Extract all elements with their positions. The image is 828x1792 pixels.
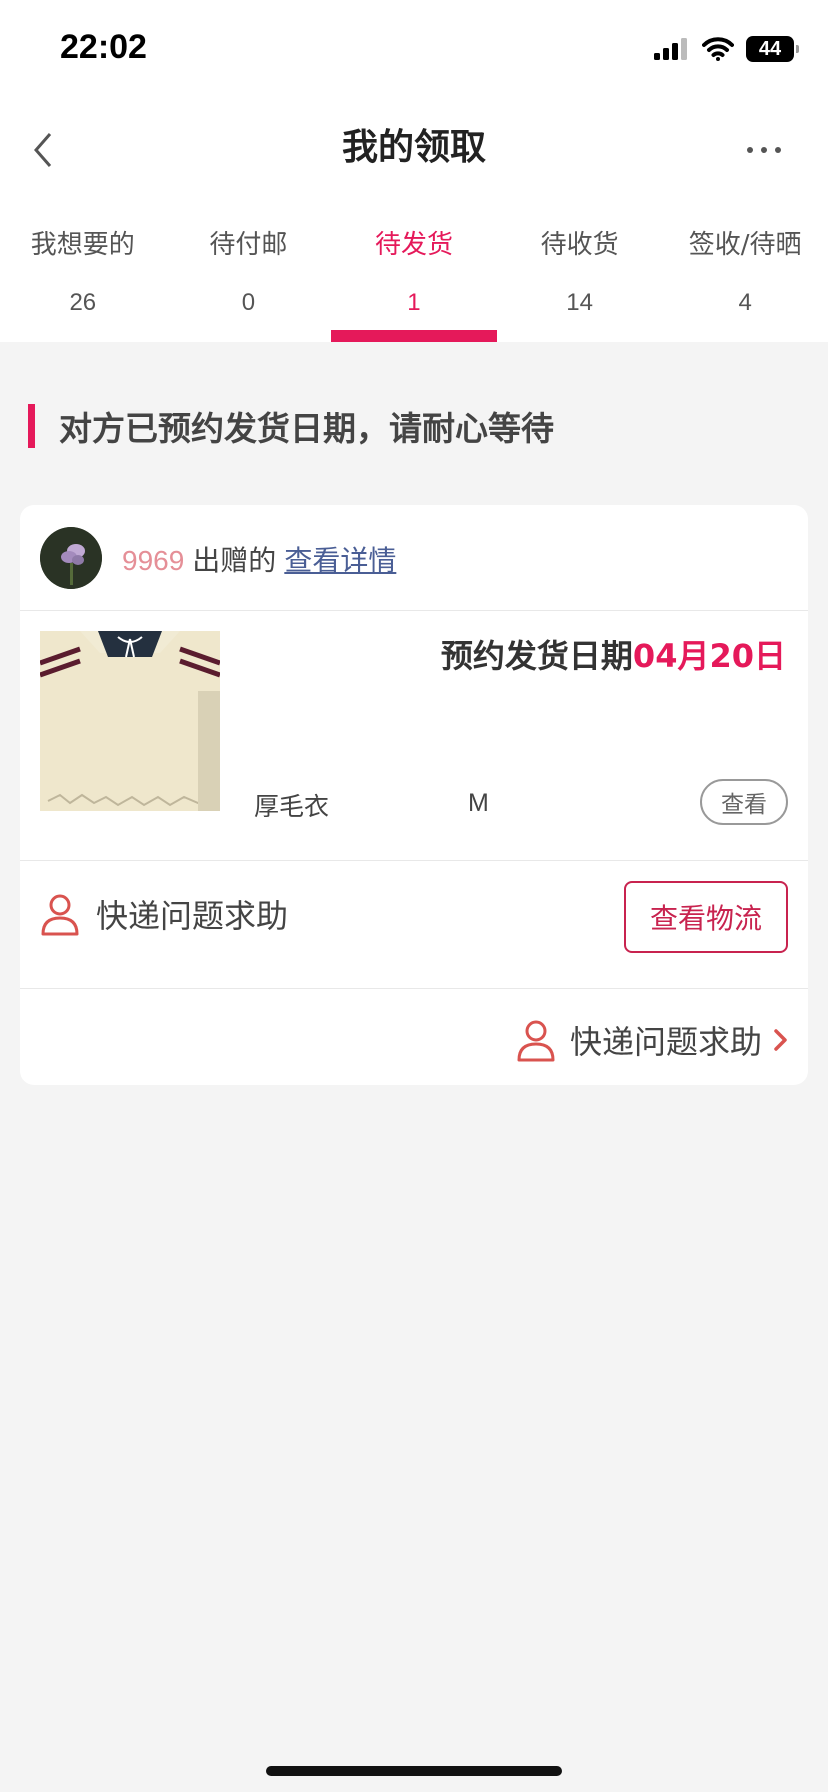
view-details-link[interactable]: 查看详情 (284, 544, 396, 577)
shipping-help-text: 快递问题求助 (96, 897, 289, 935)
shipping-help-footer-link[interactable]: 快递问题求助 (516, 1017, 790, 1063)
tab-count: 0 (241, 289, 256, 316)
screen: 22:02 44 我的领取 我想要的 26 待付邮 0 待发货 1 待收货 14… (0, 0, 828, 1792)
tab-pending-postage[interactable]: 待付邮 0 (166, 200, 332, 342)
status-icons: 44 (654, 34, 799, 64)
more-button[interactable] (736, 122, 792, 178)
tab-count: 1 (407, 289, 421, 316)
cellular-signal-icon (654, 38, 687, 60)
tab-label: 我想要的 (30, 230, 135, 260)
help-row: 快递问题求助 查看物流 (20, 861, 808, 989)
chevron-left-icon (34, 133, 52, 167)
tab-wanted[interactable]: 我想要的 26 (0, 200, 166, 342)
ship-date-value: 04月20日 (632, 637, 786, 675)
tab-label: 待收货 (540, 230, 619, 260)
page-title: 我的领取 (341, 127, 486, 168)
view-logistics-button[interactable]: 查看物流 (624, 881, 788, 953)
flower-avatar-image (40, 527, 102, 589)
person-icon (517, 1020, 555, 1062)
donor-name[interactable]: 9969 (122, 545, 184, 576)
battery-level: 44 (758, 37, 782, 60)
active-tab-indicator (331, 330, 497, 342)
tab-pending-shipment[interactable]: 待发货 1 (331, 200, 497, 342)
home-indicator[interactable] (266, 1766, 562, 1776)
order-card-header: 9969 出赠的 查看详情 (20, 505, 808, 611)
donor-line: 9969 出赠的 查看详情 (122, 539, 396, 579)
ship-date-label: 预约发货日期 (440, 637, 633, 675)
help-footer: 快递问题求助 (20, 989, 808, 1084)
tab-pending-receipt[interactable]: 待收货 14 (497, 200, 663, 342)
shipping-help-link[interactable]: 快递问题求助 (40, 891, 288, 937)
product-image[interactable] (40, 631, 220, 811)
chevron-right-icon (774, 1029, 787, 1051)
shipping-help-footer-text: 快递问题求助 (569, 1023, 762, 1061)
status-bar: 22:02 44 (0, 0, 828, 100)
wifi-icon (702, 37, 734, 61)
battery-icon: 44 (746, 36, 799, 62)
avatar[interactable] (40, 527, 102, 589)
view-product-button[interactable]: 查看 (700, 779, 788, 825)
scheduled-ship-date: 预约发货日期04月20日 (441, 631, 786, 677)
tab-label: 签收/待晒 (688, 230, 802, 260)
back-button[interactable] (26, 122, 82, 178)
notice-text: 对方已预约发货日期，请耐心等待 (59, 409, 554, 448)
notice-accent-bar (28, 404, 35, 448)
order-tabs: 我想要的 26 待付邮 0 待发货 1 待收货 14 签收/待晒 4 (0, 200, 828, 342)
donor-suffix: 出赠的 (192, 544, 277, 577)
person-icon (41, 894, 79, 936)
status-time: 22:02 (60, 28, 147, 66)
tab-signed-review[interactable]: 签收/待晒 4 (662, 200, 828, 342)
tab-count: 4 (738, 289, 752, 316)
status-notice: 对方已预约发货日期，请耐心等待 (28, 400, 554, 452)
order-card: 9969 出赠的 查看详情 预约发货日期04月20日 厚毛衣 M 查看 快递问题… (20, 505, 808, 1085)
tab-label: 待发货 (374, 230, 453, 260)
nav-bar: 我的领取 (0, 100, 828, 200)
tab-count: 14 (566, 289, 593, 316)
product-row: 预约发货日期04月20日 厚毛衣 M 查看 (20, 611, 808, 861)
product-size: M (468, 789, 489, 817)
more-icon (747, 147, 781, 153)
tab-label: 待付邮 (209, 230, 288, 260)
sweater-image (40, 631, 220, 811)
product-name: 厚毛衣 (254, 792, 330, 821)
tab-count: 26 (69, 289, 97, 316)
